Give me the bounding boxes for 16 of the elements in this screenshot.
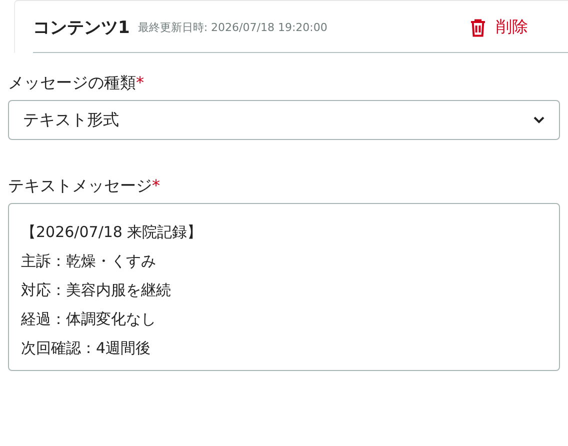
chevron-down-icon [533, 116, 545, 124]
field-label: メッセージの種類 [8, 73, 136, 92]
text-line: 次回確認：4週間後 [21, 339, 151, 357]
message-type-dropdown[interactable]: テキスト形式 [8, 100, 560, 140]
text-line: 対応：美容内服を継続 [21, 281, 171, 299]
updated-timestamp: 最終更新日時: 2026/07/18 19:20:00 [138, 20, 328, 35]
delete-button[interactable]: 削除 [466, 13, 532, 42]
required-mark: * [152, 176, 160, 195]
text-line: 経過：体調変化なし [21, 310, 156, 328]
required-mark: * [136, 73, 144, 92]
message-text-field[interactable]: 【2026/07/18 来院記録】 主訴：乾燥・くすみ 対応：美容内服を継続 経過：体調変化なし 次回確認：4週間後 [8, 203, 560, 371]
text-line: 【2026/07/18 来院記録】 [21, 223, 202, 241]
text-line: 主訴：乾燥・くすみ [21, 252, 156, 270]
trash-icon [470, 18, 486, 36]
content-title: コンテンツ1 [33, 17, 130, 39]
field-label: テキストメッセージ [8, 176, 152, 195]
